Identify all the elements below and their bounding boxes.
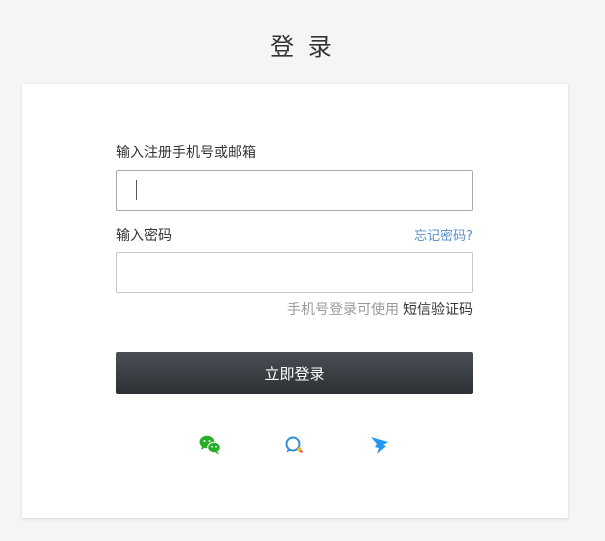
password-label: 输入密码 bbox=[116, 228, 172, 244]
login-card: 输入注册手机号或邮箱 输入密码 忘记密码? 手机号登录可使用 短信验证码 立即登录 bbox=[22, 84, 568, 518]
account-label: 输入注册手机号或邮箱 bbox=[116, 145, 256, 161]
account-input[interactable] bbox=[116, 170, 473, 211]
wechat-login-button[interactable] bbox=[198, 434, 222, 456]
page-title: 登 录 bbox=[270, 33, 335, 61]
sms-hint-text: 手机号登录可使用 bbox=[287, 302, 399, 318]
login-button[interactable]: 立即登录 bbox=[116, 352, 473, 394]
sms-code-link[interactable]: 短信验证码 bbox=[403, 302, 473, 318]
dingtalk-icon bbox=[371, 437, 388, 454]
dingtalk-login-button[interactable] bbox=[368, 434, 392, 456]
chat-bubble-icon bbox=[285, 436, 303, 453]
forgot-password-link[interactable]: 忘记密码? bbox=[414, 227, 473, 247]
chat-login-button[interactable] bbox=[282, 434, 306, 456]
sms-login-hint: 手机号登录可使用 短信验证码 bbox=[287, 300, 473, 320]
text-cursor bbox=[136, 180, 137, 200]
wechat-icon bbox=[199, 435, 221, 455]
password-input[interactable] bbox=[116, 252, 473, 293]
